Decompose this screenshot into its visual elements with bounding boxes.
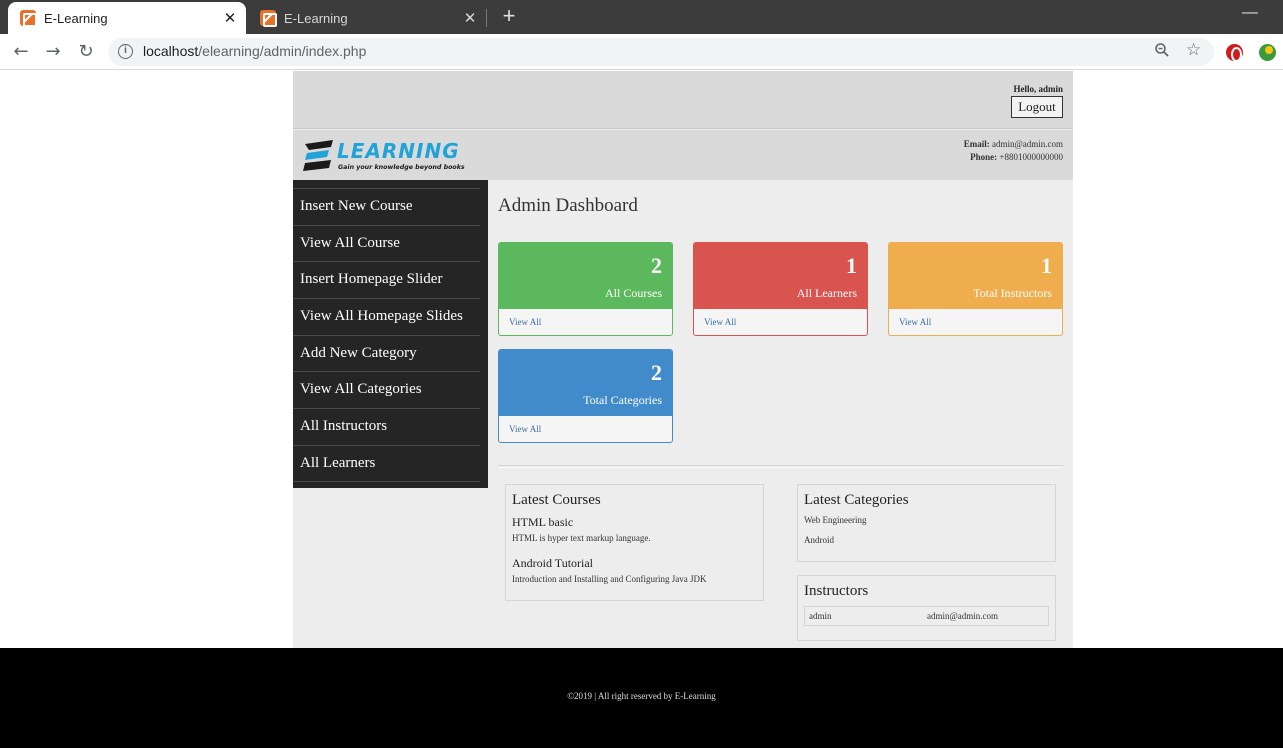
section-divider <box>498 465 1063 468</box>
copyright-text: ©2019 | All right reserved by E-Learning <box>567 691 716 701</box>
stat-card-total-categories: 2 Total Categories View All <box>498 349 673 443</box>
stat-card-all-courses: 2 All Courses View All <box>498 242 673 336</box>
xampp-favicon-icon <box>20 10 37 27</box>
view-all-link[interactable]: View All <box>499 416 672 442</box>
bookmark-star-icon[interactable]: ☆ <box>1186 40 1204 60</box>
greeting-text: Hello, admin <box>1013 84 1063 94</box>
category-item[interactable]: Android <box>798 529 1055 549</box>
url-host: localhost <box>143 43 199 59</box>
address-bar[interactable]: i localhost/elearning/admin/index.php ☆ <box>108 38 1214 66</box>
page-title: Admin Dashboard <box>498 195 638 216</box>
sidebar-item-view-all-homepage-slides[interactable]: View All Homepage Slides <box>293 298 480 335</box>
opera-extension-icon[interactable] <box>1226 44 1243 62</box>
admin-page: Hello, admin Logout LEARNING Gain your k… <box>293 71 1073 648</box>
card-count: 2 <box>651 253 662 278</box>
instructor-email: admin@admin.com <box>927 611 999 621</box>
site-info-icon[interactable]: i <box>118 44 133 59</box>
phone-value: +8801000000000 <box>999 152 1063 162</box>
browser-tab-inactive[interactable]: E-Learning ✕ <box>248 2 486 34</box>
admin-sidebar: Insert New Course View All Course Insert… <box>293 180 488 488</box>
reload-icon[interactable]: ↻ <box>74 40 98 64</box>
latest-categories-panel: Latest Categories Web Engineering Androi… <box>797 484 1056 562</box>
contact-info: Email: admin@admin.com Phone: +880100000… <box>964 138 1063 164</box>
card-label: All Courses <box>605 286 662 300</box>
instructors-panel: Instructors admin admin@admin.com <box>797 575 1056 641</box>
sidebar-item-view-all-categories[interactable]: View All Categories <box>293 371 480 408</box>
sidebar-item-insert-homepage-slider[interactable]: Insert Homepage Slider <box>293 261 480 298</box>
course-description: HTML is hyper text markup language. <box>512 533 651 543</box>
idm-extension-icon[interactable] <box>1259 44 1276 61</box>
instructor-name: admin <box>809 611 832 621</box>
sidebar-item-insert-new-course[interactable]: Insert New Course <box>293 188 480 225</box>
sidebar-item-all-instructors[interactable]: All Instructors <box>293 408 480 445</box>
panel-title: Instructors <box>804 583 869 599</box>
stat-card-all-learners: 1 All Learners View All <box>693 242 868 336</box>
sidebar-item-all-learners[interactable]: All Learners <box>293 444 480 482</box>
course-description: Introduction and Installing and Configur… <box>512 574 707 584</box>
top-bar: Hello, admin Logout <box>293 71 1073 129</box>
close-tab-icon[interactable]: ✕ <box>460 9 480 27</box>
card-count: 2 <box>651 360 662 385</box>
view-all-link[interactable]: View All <box>694 309 867 335</box>
minimize-window-icon[interactable]: — <box>1242 4 1258 24</box>
tab-separator <box>486 9 487 27</box>
card-label: Total Categories <box>583 393 662 407</box>
brand-bar: LEARNING Gain your knowledge beyond book… <box>293 130 1073 180</box>
url-path: /elearning/admin/index.php <box>198 43 367 59</box>
email-value: admin@admin.com <box>991 139 1063 149</box>
card-header: 2 All Courses <box>499 243 672 309</box>
panel-title: Latest Courses <box>512 492 601 508</box>
card-header: 2 Total Categories <box>499 350 672 416</box>
browser-toolbar: ← → ↻ i localhost/elearning/admin/index.… <box>0 34 1283 70</box>
xampp-favicon-icon <box>260 10 277 27</box>
phone-label: Phone: <box>970 152 998 162</box>
tab-title: E-Learning <box>284 10 348 26</box>
new-tab-icon[interactable]: + <box>498 4 520 28</box>
browser-tab-bar: E-Learning ✕ E-Learning ✕ + — <box>0 0 1283 34</box>
email-label: Email: <box>963 139 990 149</box>
browser-tab-active[interactable]: E-Learning ✕ <box>8 2 246 34</box>
sidebar-item-view-all-course[interactable]: View All Course <box>293 224 480 262</box>
instructor-row: admin admin@admin.com <box>804 606 1049 626</box>
close-tab-icon[interactable]: ✕ <box>220 9 240 27</box>
course-title[interactable]: HTML basic <box>506 509 763 530</box>
latest-courses-panel: Latest Courses HTML basic HTML is hyper … <box>505 484 764 601</box>
card-label: Total Instructors <box>973 286 1052 300</box>
stat-card-total-instructors: 1 Total Instructors View All <box>888 242 1063 336</box>
course-title[interactable]: Android Tutorial <box>506 543 763 571</box>
svg-text:LEARNING: LEARNING <box>337 139 460 163</box>
zoom-icon[interactable] <box>1154 42 1172 60</box>
view-all-link[interactable]: View All <box>889 309 1062 335</box>
elearning-logo[interactable]: LEARNING Gain your knowledge beyond book… <box>303 138 473 174</box>
url-text[interactable]: localhost/elearning/admin/index.php <box>143 43 366 59</box>
logout-button[interactable]: Logout <box>1011 96 1063 118</box>
card-header: 1 All Learners <box>694 243 867 309</box>
forward-arrow-icon[interactable]: → <box>41 40 65 64</box>
category-item[interactable]: Web Engineering <box>798 509 1055 529</box>
view-all-link[interactable]: View All <box>499 309 672 335</box>
back-arrow-icon[interactable]: ← <box>9 40 33 64</box>
card-count: 1 <box>1041 253 1052 278</box>
page-footer: ©2019 | All right reserved by E-Learning <box>0 648 1283 748</box>
tab-title: E-Learning <box>44 10 108 26</box>
card-count: 1 <box>846 253 857 278</box>
sidebar-item-add-new-category[interactable]: Add New Category <box>293 334 480 372</box>
card-header: 1 Total Instructors <box>889 243 1062 309</box>
svg-text:Gain your knowledge beyond boo: Gain your knowledge beyond books <box>338 164 465 171</box>
card-label: All Learners <box>796 286 857 300</box>
panel-title: Latest Categories <box>804 492 909 508</box>
